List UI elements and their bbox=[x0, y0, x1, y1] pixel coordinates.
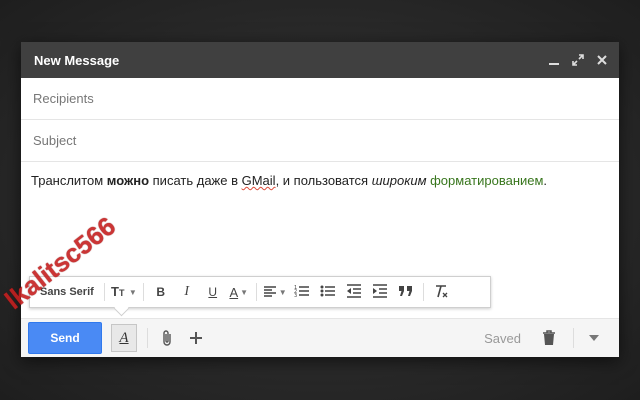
attach-file-icon[interactable] bbox=[158, 328, 178, 348]
send-button[interactable]: Send bbox=[28, 322, 102, 354]
body-italic-text: широким bbox=[371, 173, 427, 188]
recipients-field bbox=[21, 78, 619, 120]
svg-text:3: 3 bbox=[294, 293, 297, 298]
body-text-1: Транслитом bbox=[31, 173, 107, 188]
body-misspelled-word: GMail bbox=[241, 173, 276, 188]
text-size-button[interactable]: T T ▼ bbox=[111, 280, 137, 304]
body-text-3: , и пользоватся bbox=[275, 173, 372, 188]
text-color-button[interactable]: A ▼ bbox=[228, 280, 250, 304]
divider bbox=[255, 283, 257, 301]
indent-more-icon bbox=[372, 283, 388, 301]
body-green-text: форматированием bbox=[430, 173, 544, 188]
numbered-list-icon: 123 bbox=[294, 284, 310, 301]
bold-button[interactable]: B bbox=[150, 280, 172, 304]
subject-input[interactable] bbox=[31, 132, 609, 149]
body-text-2: писать даже в bbox=[149, 173, 242, 188]
compose-titlebar[interactable]: New Message bbox=[21, 42, 619, 78]
more-options-chevron-icon[interactable] bbox=[584, 328, 604, 348]
formatting-toolbar: Sans Serif T T ▼ B I U A ▼ ▼ 123 bbox=[29, 276, 491, 308]
quote-icon bbox=[398, 285, 414, 300]
quote-button[interactable] bbox=[395, 280, 417, 304]
close-icon[interactable] bbox=[595, 53, 609, 67]
align-icon bbox=[263, 285, 277, 300]
divider bbox=[147, 328, 148, 348]
divider bbox=[142, 283, 144, 301]
remove-formatting-button[interactable] bbox=[430, 280, 452, 304]
divider bbox=[103, 283, 105, 301]
align-button[interactable]: ▼ bbox=[263, 280, 287, 304]
numbered-list-button[interactable]: 123 bbox=[291, 280, 313, 304]
indent-less-icon bbox=[346, 283, 362, 301]
chevron-down-icon: ▼ bbox=[240, 287, 249, 297]
chevron-down-icon: ▼ bbox=[278, 287, 287, 297]
divider bbox=[422, 283, 424, 301]
svg-text:T: T bbox=[111, 284, 119, 298]
indent-less-button[interactable] bbox=[343, 280, 365, 304]
body-text-5: . bbox=[543, 173, 548, 188]
svg-text:T: T bbox=[119, 288, 125, 298]
discard-draft-icon[interactable] bbox=[539, 328, 559, 348]
subject-field bbox=[21, 120, 619, 162]
chevron-down-icon: ▼ bbox=[128, 287, 137, 297]
minimize-icon[interactable] bbox=[547, 53, 561, 67]
window-controls bbox=[547, 53, 609, 67]
compose-window: New Message Транслитом можно писать даже… bbox=[21, 42, 619, 357]
indent-more-button[interactable] bbox=[369, 280, 391, 304]
divider bbox=[573, 328, 574, 348]
underline-button[interactable]: U bbox=[202, 280, 224, 304]
text-size-icon: TT bbox=[111, 284, 127, 301]
bulleted-list-button[interactable] bbox=[317, 280, 339, 304]
recipients-input[interactable] bbox=[31, 90, 609, 107]
remove-formatting-icon bbox=[433, 284, 449, 301]
compose-title: New Message bbox=[34, 52, 120, 68]
text-color-label: A bbox=[229, 284, 239, 300]
italic-button[interactable]: I bbox=[176, 280, 198, 304]
formatting-options-button[interactable]: A bbox=[111, 324, 137, 352]
bulleted-list-icon bbox=[320, 284, 336, 301]
body-bold-text: можно bbox=[106, 173, 150, 188]
insert-more-icon[interactable] bbox=[186, 328, 206, 348]
compose-bottombar: Send A Saved bbox=[21, 318, 619, 357]
saved-status: Saved bbox=[484, 330, 521, 346]
expand-icon[interactable] bbox=[571, 53, 585, 67]
